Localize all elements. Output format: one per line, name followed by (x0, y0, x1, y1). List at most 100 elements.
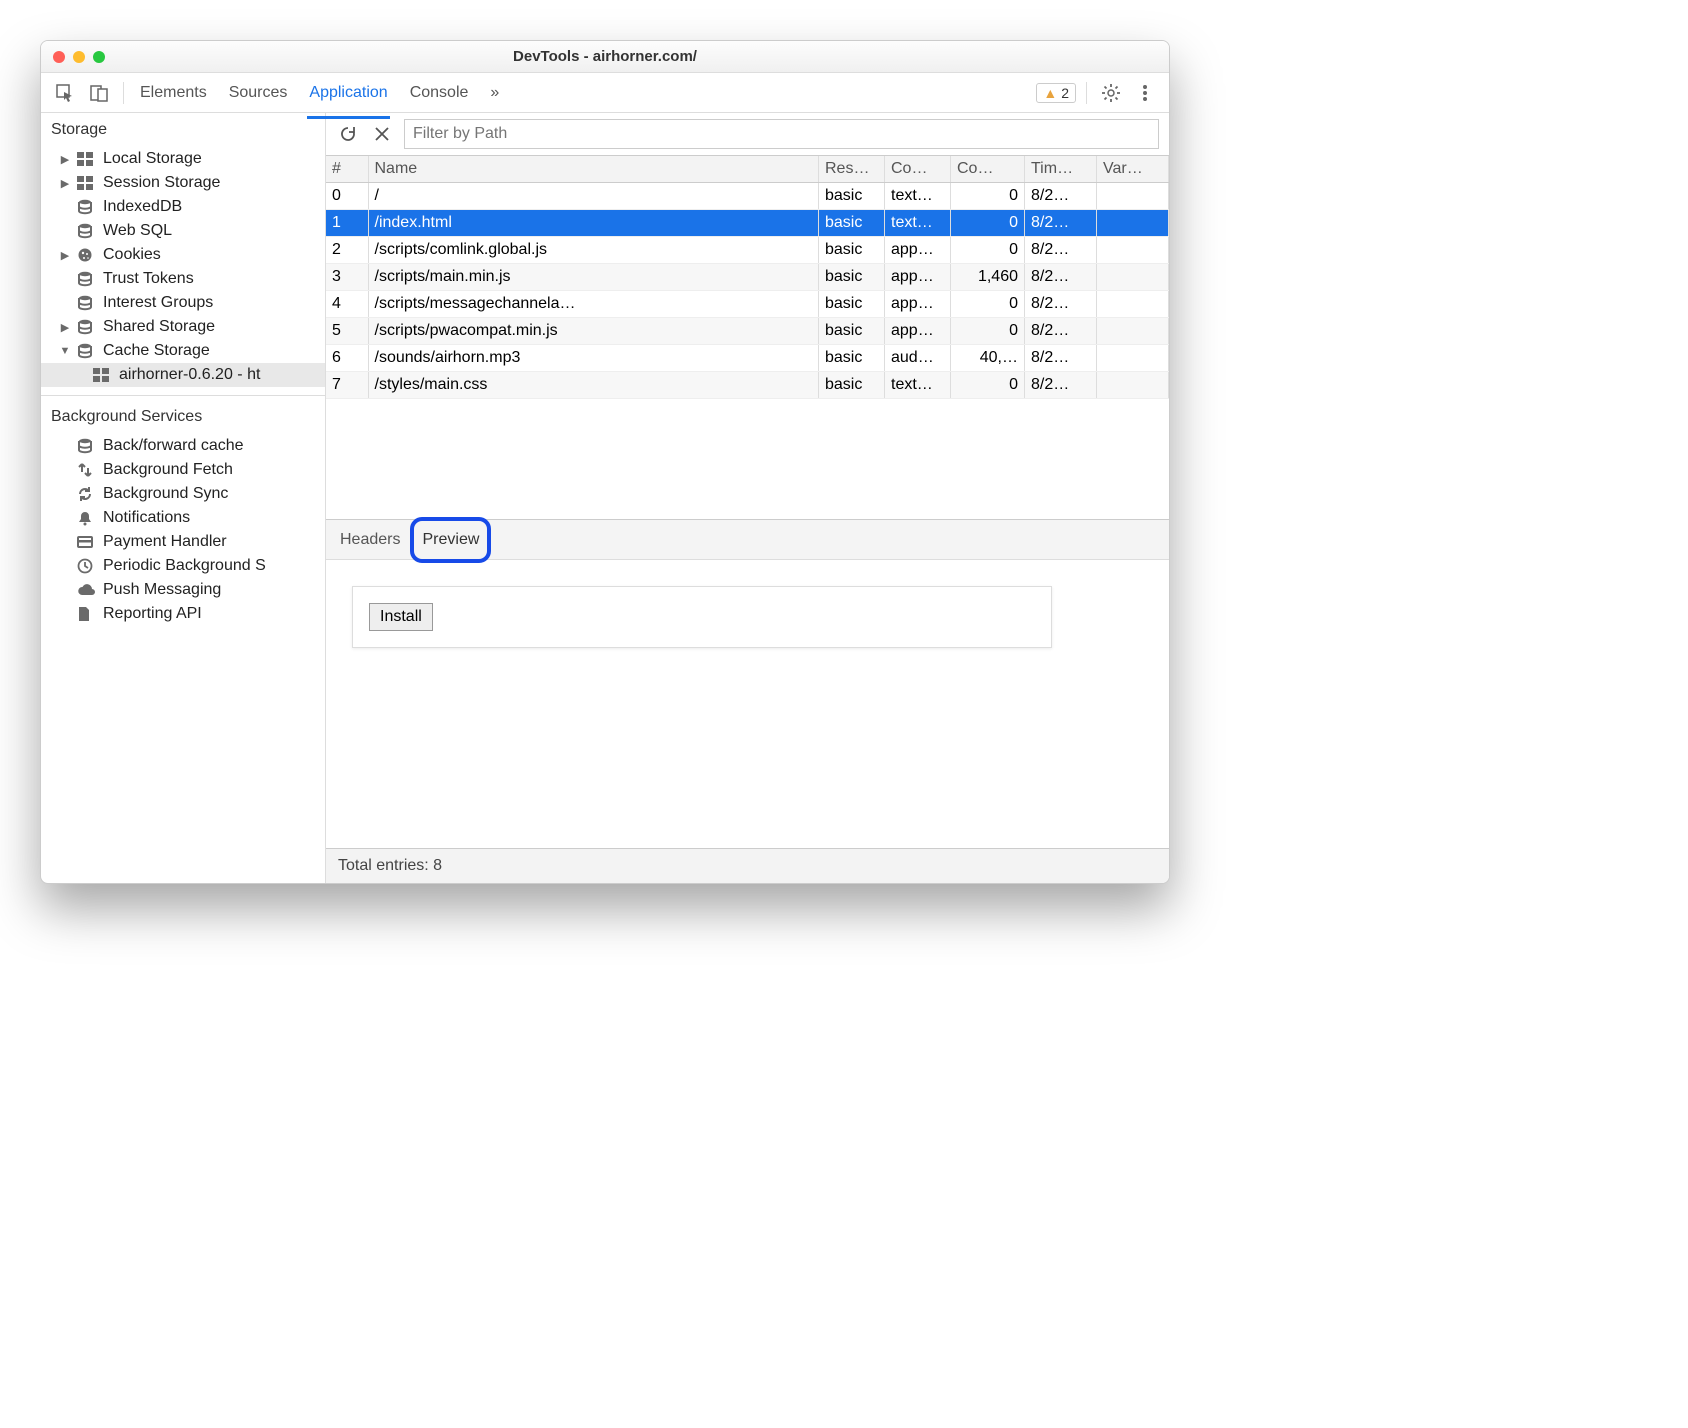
cookie-icon (77, 247, 97, 263)
cell-tim: 8/2… (1025, 291, 1097, 318)
zoom-window-button[interactable] (93, 51, 105, 63)
settings-icon[interactable] (1097, 79, 1125, 107)
sidebar-item-label: Notifications (103, 509, 190, 527)
sidebar-item-local-storage[interactable]: ▶Local Storage (41, 147, 325, 171)
column-header[interactable]: Co… (885, 156, 951, 183)
sidebar-item-label: Web SQL (103, 222, 172, 240)
sidebar-item-web-sql[interactable]: Web SQL (41, 219, 325, 243)
sidebar-item-trust-tokens[interactable]: Trust Tokens (41, 267, 325, 291)
sidebar-item-cache-entry[interactable]: airhorner-0.6.20 - ht (41, 363, 325, 387)
table-row[interactable]: 5/scripts/pwacompat.min.jsbasicapp…08/2… (326, 318, 1169, 345)
section-bg-title: Background Services (41, 400, 325, 434)
cell-res: basic (819, 237, 885, 264)
overflow-tabs-button[interactable]: » (490, 76, 499, 110)
cell-tim: 8/2… (1025, 372, 1097, 399)
cell-name: /scripts/main.min.js (368, 264, 819, 291)
devtools-toolbar: Elements Sources Application Console » ▲… (41, 73, 1169, 113)
cell-len: 0 (951, 318, 1025, 345)
inspect-element-icon[interactable] (51, 79, 79, 107)
doc-icon (77, 606, 97, 622)
cell-con: app… (885, 237, 951, 264)
cell-name: /scripts/comlink.global.js (368, 237, 819, 264)
sidebar-item-cookies[interactable]: ▶Cookies (41, 243, 325, 267)
delete-icon[interactable] (370, 122, 394, 146)
column-header[interactable]: # (326, 156, 368, 183)
sidebar-item-session-storage[interactable]: ▶ Session Storage (41, 171, 325, 195)
sidebar-item-back-forward-cache[interactable]: Back/forward cache (41, 434, 325, 458)
bell-icon (77, 510, 97, 526)
sidebar-item-cache-storage[interactable]: ▼Cache Storage (41, 339, 325, 363)
table-row[interactable]: 3/scripts/main.min.jsbasicapp…1,4608/2… (326, 264, 1169, 291)
cell-i: 1 (326, 210, 368, 237)
tab-sources[interactable]: Sources (229, 76, 288, 110)
install-button[interactable]: Install (369, 603, 433, 631)
preview-content: Install (352, 586, 1052, 648)
tab-console[interactable]: Console (410, 76, 469, 110)
cell-name: /styles/main.css (368, 372, 819, 399)
cell-res: basic (819, 345, 885, 372)
table-row[interactable]: 6/sounds/airhorn.mp3basicaud…40,…8/2… (326, 345, 1169, 372)
chevron-right-icon[interactable]: ▶ (59, 321, 71, 334)
cell-len: 40,… (951, 345, 1025, 372)
table-row[interactable]: 7/styles/main.cssbasictext…08/2… (326, 372, 1169, 399)
more-menu-icon[interactable] (1131, 79, 1159, 107)
table-row[interactable]: 2/scripts/comlink.global.jsbasicapp…08/2… (326, 237, 1169, 264)
sidebar-item-push-messaging[interactable]: Push Messaging (41, 578, 325, 602)
column-header[interactable]: Co… (951, 156, 1025, 183)
sidebar-item-payment-handler[interactable]: Payment Handler (41, 530, 325, 554)
sidebar-item-notifications[interactable]: Notifications (41, 506, 325, 530)
sidebar-item-reporting-api[interactable]: Reporting API (41, 602, 325, 626)
cell-res: basic (819, 264, 885, 291)
filter-input[interactable] (404, 119, 1159, 149)
table-row[interactable]: 1/index.htmlbasictext…08/2… (326, 210, 1169, 237)
chevron-down-icon[interactable]: ▼ (59, 345, 71, 357)
tab-elements[interactable]: Elements (140, 76, 207, 110)
cell-var (1097, 372, 1169, 399)
column-header[interactable]: Name (368, 156, 819, 183)
chevron-right-icon[interactable]: ▶ (59, 177, 71, 190)
warnings-badge[interactable]: ▲ 2 (1036, 83, 1076, 103)
cell-var (1097, 318, 1169, 345)
db-icon (77, 271, 97, 287)
chevron-right-icon[interactable]: ▶ (59, 153, 71, 166)
sidebar-item-shared-storage[interactable]: ▶Shared Storage (41, 315, 325, 339)
clock-icon (77, 558, 97, 574)
sidebar-item-label: Session Storage (103, 174, 220, 192)
cell-name: /scripts/pwacompat.min.js (368, 318, 819, 345)
cell-tim: 8/2… (1025, 264, 1097, 291)
sidebar-item-label: Payment Handler (103, 533, 227, 551)
chevron-right-icon[interactable]: ▶ (59, 249, 71, 262)
card-icon (77, 535, 97, 549)
tab-application[interactable]: Application (309, 76, 387, 110)
db-icon (77, 199, 97, 215)
cell-len: 0 (951, 237, 1025, 264)
sidebar-item-interest-groups[interactable]: Interest Groups (41, 291, 325, 315)
cell-name: / (368, 183, 819, 210)
cell-i: 7 (326, 372, 368, 399)
table-row[interactable]: 4/scripts/messagechannela…basicapp…08/2… (326, 291, 1169, 318)
cell-con: text… (885, 183, 951, 210)
sidebar-item-background-fetch[interactable]: Background Fetch (41, 458, 325, 482)
column-header[interactable]: Res… (819, 156, 885, 183)
close-window-button[interactable] (53, 51, 65, 63)
cell-con: app… (885, 318, 951, 345)
devtools-window: DevTools - airhorner.com/ Elements Sourc… (40, 40, 1170, 884)
device-toolbar-icon[interactable] (85, 79, 113, 107)
minimize-window-button[interactable] (73, 51, 85, 63)
cell-res: basic (819, 210, 885, 237)
table-row[interactable]: 0/basictext…08/2… (326, 183, 1169, 210)
column-header[interactable]: Var… (1097, 156, 1169, 183)
tab-preview[interactable]: Preview (422, 531, 479, 549)
cloud-icon (77, 583, 97, 597)
cell-var (1097, 291, 1169, 318)
sidebar-item-periodic-background-s[interactable]: Periodic Background S (41, 554, 325, 578)
window-title: DevTools - airhorner.com/ (41, 48, 1169, 65)
tab-headers[interactable]: Headers (340, 531, 400, 549)
sidebar-item-label: Reporting API (103, 605, 202, 623)
sidebar-item-background-sync[interactable]: Background Sync (41, 482, 325, 506)
refresh-icon[interactable] (336, 122, 360, 146)
cell-var (1097, 210, 1169, 237)
sidebar-item-indexeddb[interactable]: IndexedDB (41, 195, 325, 219)
column-header[interactable]: Tim… (1025, 156, 1097, 183)
detail-tabs: Headers Preview (326, 519, 1169, 559)
